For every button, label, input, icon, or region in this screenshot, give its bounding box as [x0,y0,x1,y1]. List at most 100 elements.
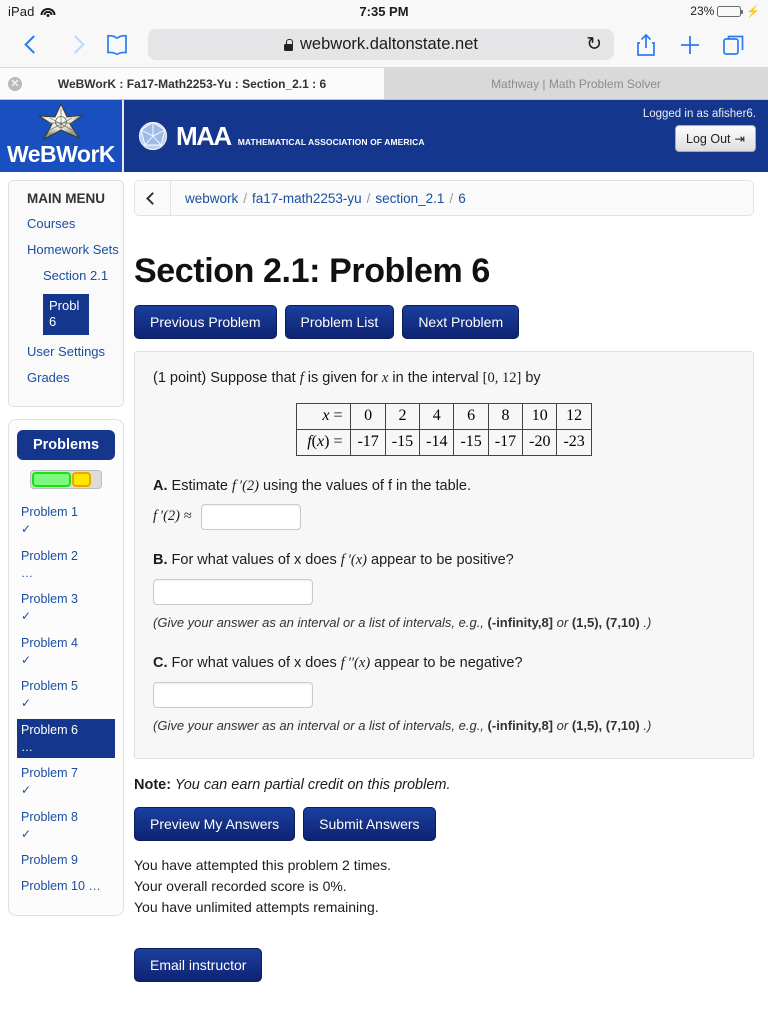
sidebar-item-homework-sets[interactable]: Homework Sets [27,242,123,259]
email-instructor-button[interactable]: Email instructor [134,947,263,982]
maa-icosahedron-icon [138,121,168,151]
problem-list-item[interactable]: Problem 7 ✓ [17,762,115,802]
chevron-left-icon [23,35,43,54]
webwork-logo[interactable]: WeBWorK [0,100,124,172]
problem-list-item[interactable]: Problem 3 ✓ [17,588,115,628]
problem-list-item[interactable]: Problem 1 ✓ [17,501,115,541]
problem-status-mark: ✓ [21,522,32,537]
browser-tab-bar: ✕ WeBWorK : Fa17-Math2253-Yu : Section_2… [0,68,768,100]
problem-list-item-label: Problem 1 [21,505,78,520]
part-a-answer-input[interactable] [200,504,301,531]
maa-abbrev: MAA [176,120,232,151]
note-label: Note: [134,776,172,793]
main-menu-card: MAIN MENU Courses Homework Sets Section … [8,180,124,408]
problems-panel-header[interactable]: Problems [17,430,115,461]
problem-list-button[interactable]: Problem List [284,305,395,339]
statement-text-3: in the interval [388,370,483,386]
new-tab-button[interactable] [668,34,712,56]
table-cell-fx: -15 [453,428,489,456]
browser-back-button[interactable] [12,35,54,54]
device-name: iPad [8,3,35,19]
next-problem-button[interactable]: Next Problem [402,305,520,339]
chevron-left-icon [146,191,159,205]
problem-statement: (1 point) Suppose that f is given for x … [153,368,735,389]
page-title: Section 2.1: Problem 6 [134,252,490,290]
breadcrumb-item-webwork[interactable]: webwork [185,191,238,206]
maa-full-name: MATHEMATICAL ASSOCIATION OF AMERICA [237,136,425,147]
part-c-answer-input[interactable] [153,681,313,708]
logged-in-label: Logged in as afisher6. [642,108,756,120]
function-value-table: x = 0 2 4 6 8 10 12 f(x) = -17 -15 -14 -15 -17 -20 -23 [296,403,592,456]
webwork-logo-text: WeBWorK [6,141,116,167]
breadcrumb-separator: / [366,190,371,206]
submit-answers-button[interactable]: Submit Answers [303,806,436,841]
problem-status-mark: ✓ [21,696,32,711]
bookmarks-button[interactable] [96,34,138,56]
submit-button-row: Preview My Answers Submit Answers [134,806,754,841]
sidebar-item-problem-6[interactable]: Probl 6 [43,293,89,336]
browser-forward-button[interactable] [54,35,96,54]
problem-list-item-label: Problem 6 [21,722,78,737]
table-cell-fx: -17 [487,428,524,456]
problem-list-item-label: Problem 5 [21,679,78,694]
breadcrumb-back-button[interactable] [135,181,171,215]
open-book-icon [104,34,130,56]
logout-button[interactable]: Log Out ⇥ [675,125,756,152]
problem-status-mark: ✓ [21,652,32,667]
part-c-expression: f ′′(x) [340,654,371,671]
breadcrumb-separator: / [243,190,248,206]
sidebar-item-user-settings[interactable]: User Settings [27,344,123,361]
sidebar-item-grades[interactable]: Grades [27,370,123,387]
chevron-right-icon [65,35,85,54]
table-row-label-fx: f(x) = [296,428,352,456]
part-a-prompt-post: using the values of f in the table. [258,477,471,494]
progress-bar [30,470,102,490]
close-icon[interactable]: ✕ [8,76,22,91]
previous-problem-button[interactable]: Previous Problem [134,305,277,339]
battery-percent-label: 23% [690,4,715,18]
part-a-answer-prefix: f ′(2) ≈ [153,508,192,525]
site-header: WeBWorK MAA MATHEMATICAL ASSOCIATION OF … [0,100,768,172]
browser-tab-inactive[interactable]: Mathway | Math Problem Solver [384,68,768,99]
statement-text-4: by [521,370,541,386]
problem-list-item[interactable]: Problem 8 ✓ [17,806,115,846]
preview-answers-button[interactable]: Preview My Answers [134,806,296,841]
part-b-prompt-pre: For what values of x does [167,552,341,569]
problem-list-item[interactable]: Problem 9 [17,849,115,871]
attempt-status: You have attempted this problem 2 times.… [134,855,754,918]
problem-list-item[interactable]: Problem 5 ✓ [17,675,115,715]
problem-list-item[interactable]: Problem 6… [17,718,115,759]
sidebar-item-section-2-1[interactable]: Section 2.1 [27,268,123,285]
problem-part-c: C. For what values of x does f ′′(x) app… [153,653,735,736]
table-row: f(x) = -17 -15 -14 -15 -17 -20 -23 [296,428,592,456]
share-button[interactable] [624,33,668,57]
problem-list-item-label: Problem 3 [21,592,78,607]
breadcrumb-item-problem[interactable]: 6 [458,191,466,206]
tab-overview-button[interactable] [712,33,756,57]
part-b-hint-example-1: (-infinity,8] [487,615,554,631]
breadcrumb-item-set[interactable]: section_2.1 [375,191,444,206]
problem-list-item[interactable]: Problem 2… [17,545,115,585]
table-cell-fx: -23 [556,428,592,456]
reload-icon[interactable]: ↻ [586,35,602,54]
part-b-hint: (Give your answer as an interval or a li… [153,614,735,633]
part-c-letter: C. [153,654,168,671]
breadcrumb-item-course[interactable]: fa17-math2253-yu [252,191,362,206]
part-c-hint-end: .) [639,717,652,733]
main-menu-title: MAIN MENU [27,191,105,206]
safari-toolbar: webwork.daltonstate.net ↻ [0,22,768,68]
problem-part-a: A. Estimate f ′(2) using the values of f… [153,476,735,531]
problem-list-item[interactable]: Problem 4 ✓ [17,632,115,672]
part-c-prompt-pre: For what values of x does [167,654,341,671]
part-b-answer-input[interactable] [153,579,313,606]
part-b-hint-or: or [553,615,572,631]
problem-status-mark: ✓ [21,609,32,624]
partial-credit-note: Note: You can earn partial credit on thi… [134,777,754,793]
sidebar-item-courses[interactable]: Courses [27,216,123,233]
problem-list-item[interactable]: Problem 10 … [17,875,115,897]
statement-text-2: is given for [303,370,382,386]
table-cell-x: 2 [384,403,421,430]
table-row-label-x: x = [296,403,352,430]
browser-tab-active[interactable]: ✕ WeBWorK : Fa17-Math2253-Yu : Section_2… [0,68,384,99]
address-bar[interactable]: webwork.daltonstate.net ↻ [148,29,614,60]
